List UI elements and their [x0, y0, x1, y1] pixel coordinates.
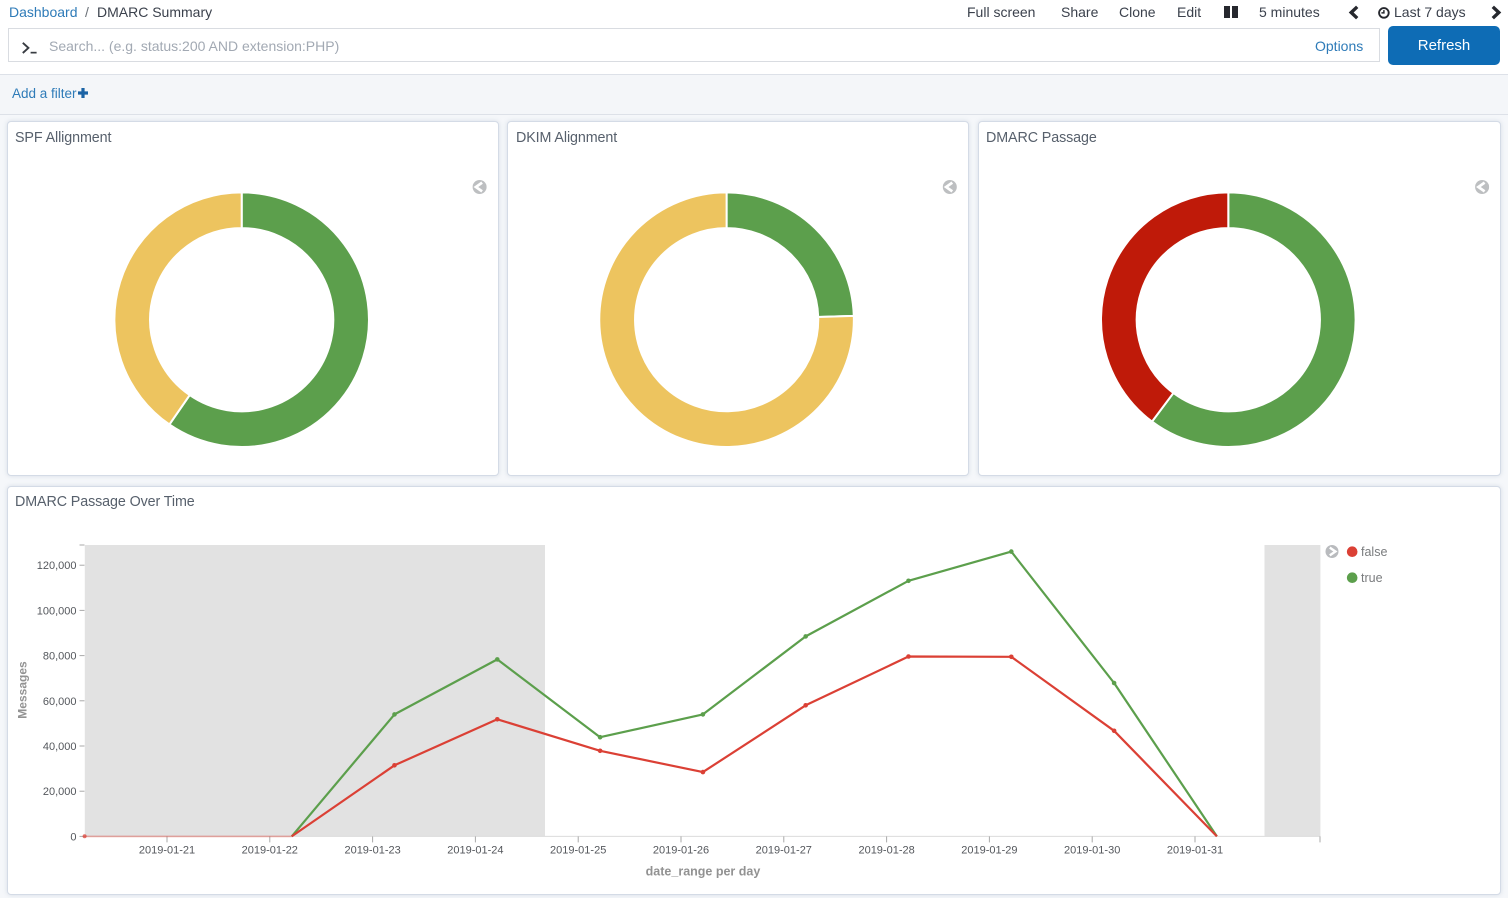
svg-text:0: 0: [70, 831, 76, 843]
svg-text:2019-01-27: 2019-01-27: [756, 845, 812, 857]
svg-text:2019-01-26: 2019-01-26: [653, 845, 709, 857]
svg-text:100,000: 100,000: [37, 605, 77, 617]
svg-text:2019-01-21: 2019-01-21: [139, 845, 195, 857]
svg-text:120,000: 120,000: [37, 560, 77, 572]
svg-text:80,000: 80,000: [43, 651, 77, 663]
svg-text:2019-01-29: 2019-01-29: [961, 845, 1017, 857]
svg-text:40,000: 40,000: [43, 741, 77, 753]
svg-text:2019-01-30: 2019-01-30: [1064, 845, 1120, 857]
svg-text:60,000: 60,000: [43, 696, 77, 708]
svg-text:true: true: [1361, 571, 1383, 585]
svg-text:2019-01-25: 2019-01-25: [550, 845, 606, 857]
svg-text:date_range per day: date_range per day: [646, 865, 761, 879]
svg-text:2019-01-24: 2019-01-24: [447, 845, 503, 857]
svg-text:2019-01-28: 2019-01-28: [858, 845, 914, 857]
svg-text:2019-01-31: 2019-01-31: [1167, 845, 1223, 857]
svg-text:20,000: 20,000: [43, 786, 77, 798]
svg-text:Messages: Messages: [16, 661, 30, 719]
svg-text:false: false: [1361, 545, 1387, 559]
svg-text:2019-01-23: 2019-01-23: [344, 845, 400, 857]
svg-text:2019-01-22: 2019-01-22: [242, 845, 298, 857]
